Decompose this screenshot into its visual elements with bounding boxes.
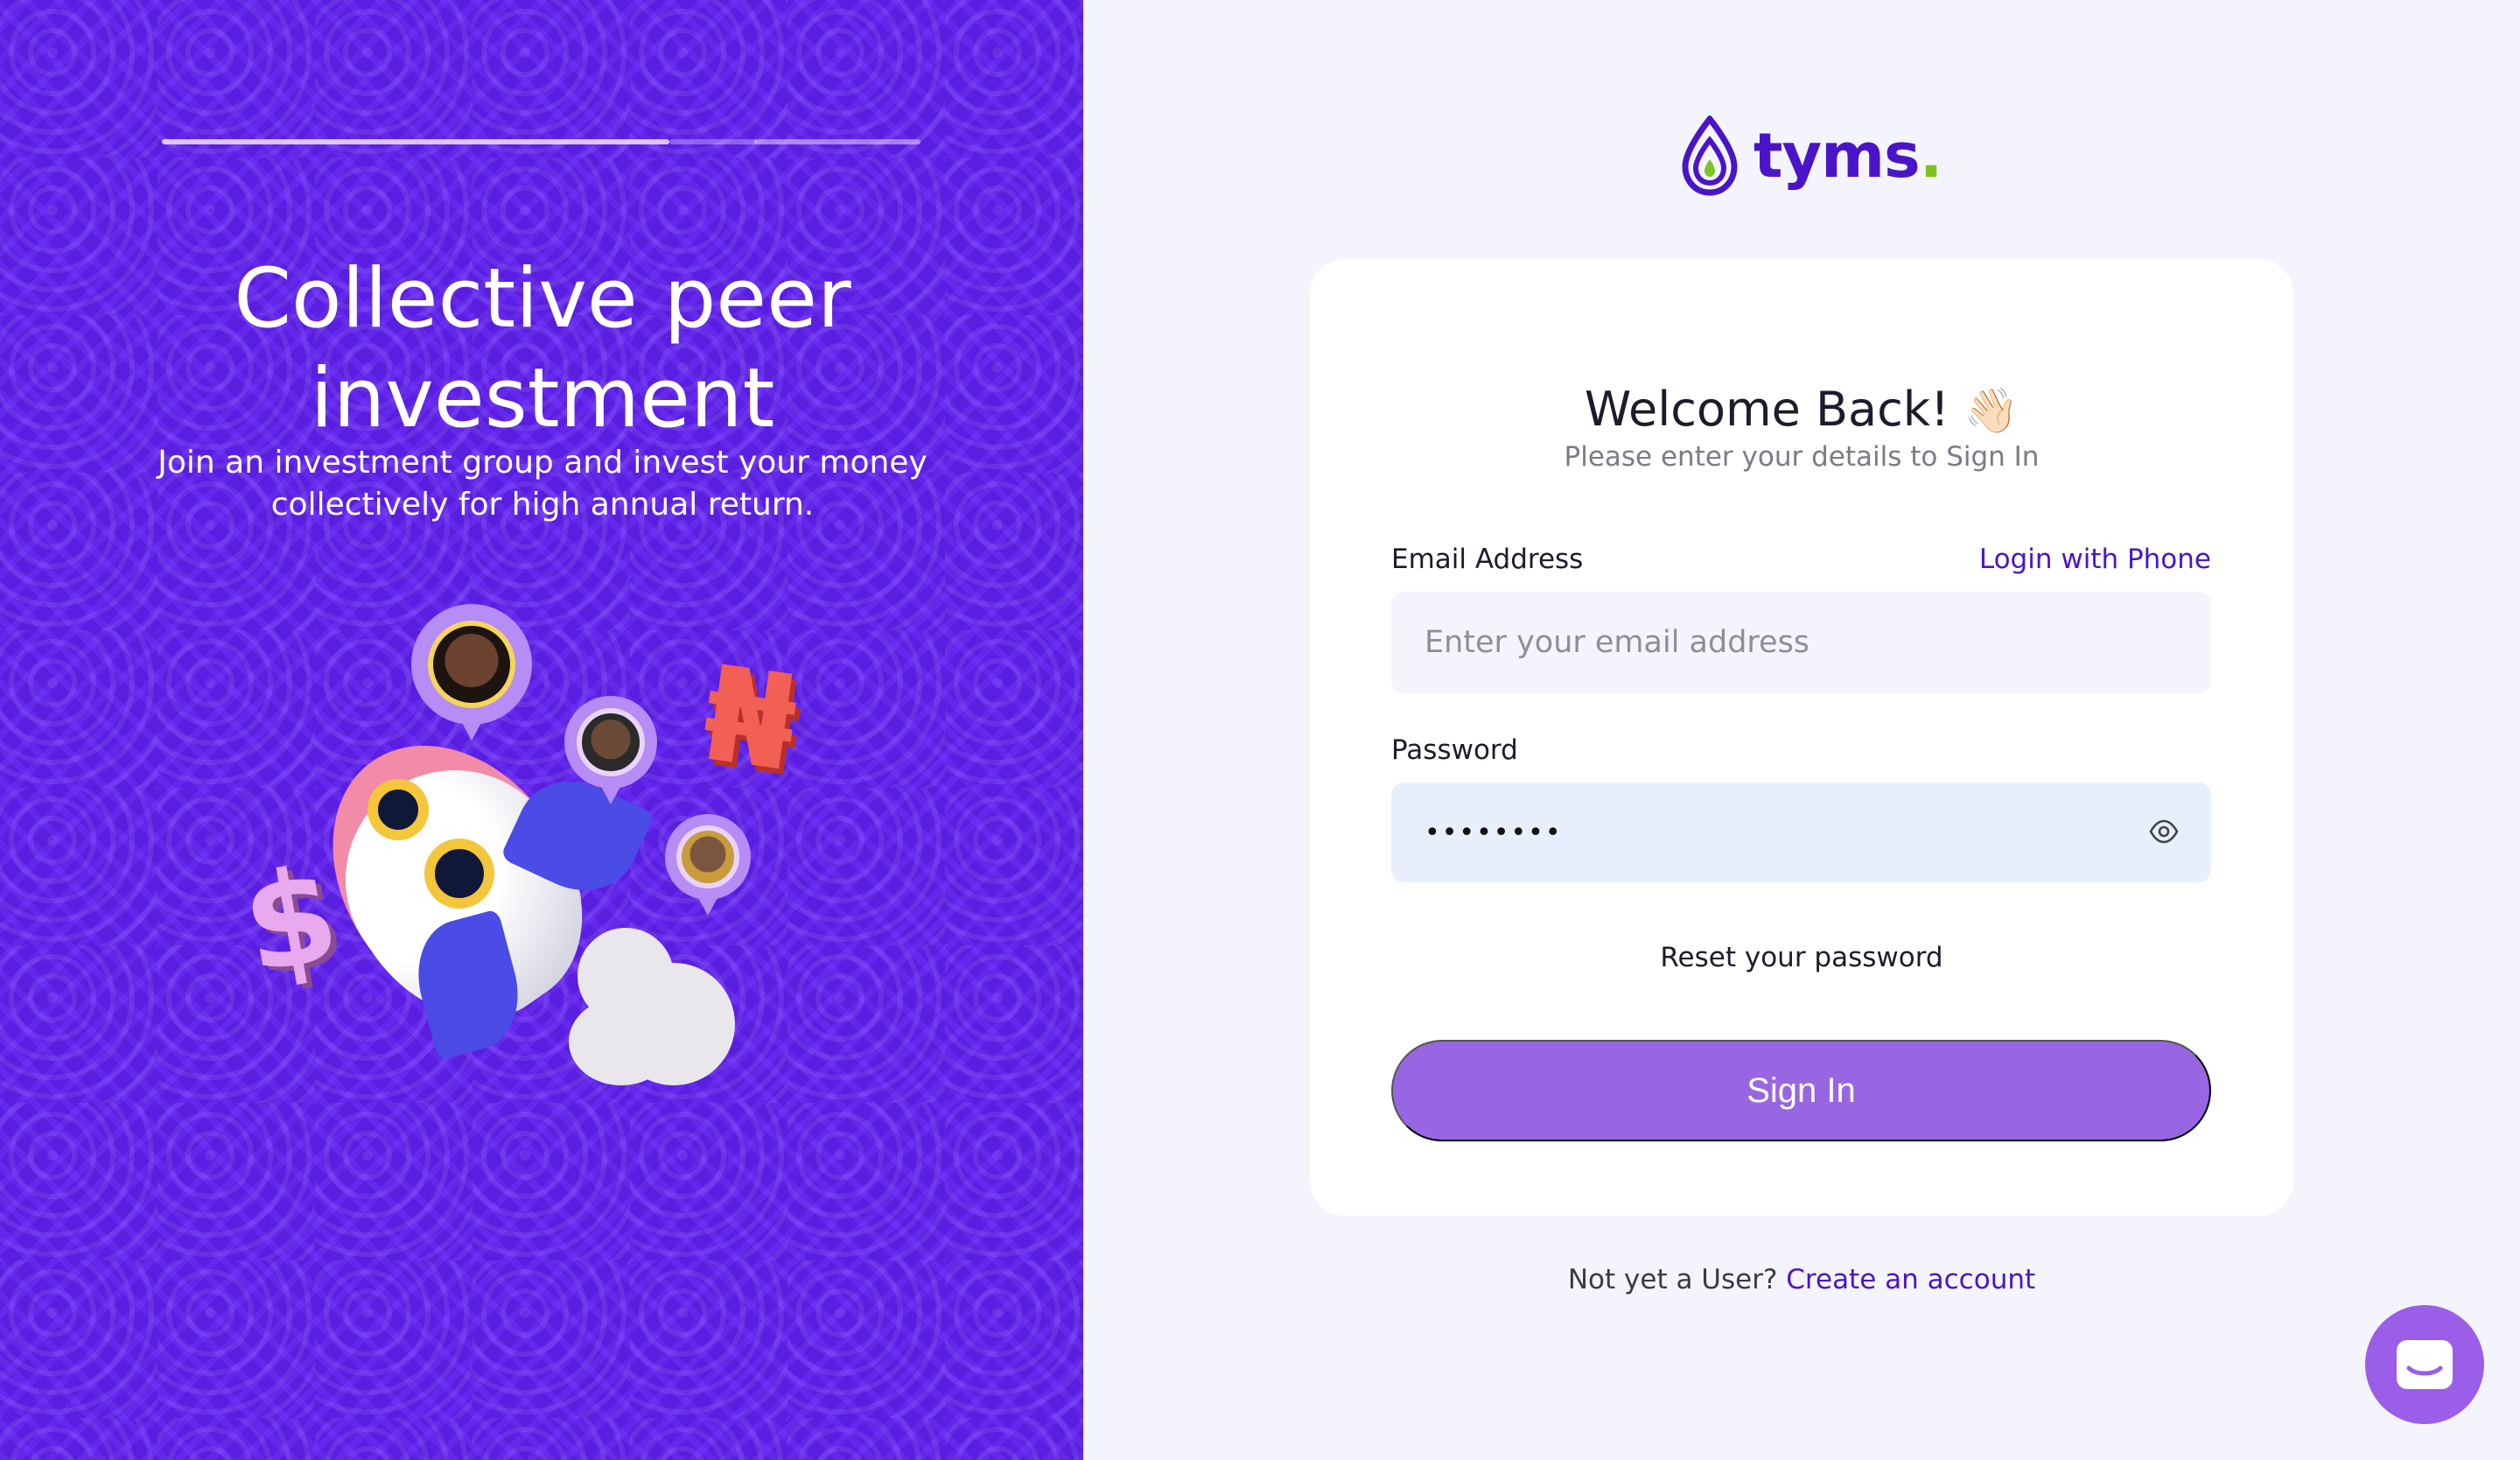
carousel-indicator[interactable] (754, 139, 920, 144)
password-label: Password (1391, 734, 1518, 766)
eye-icon[interactable] (2148, 816, 2180, 847)
avatar (564, 696, 657, 804)
drop-logo-icon (1682, 116, 1738, 196)
password-field-wrapper (1391, 783, 2211, 882)
carousel-indicator-active[interactable] (162, 139, 669, 144)
password-field[interactable] (1391, 783, 2135, 882)
welcome-text: Welcome Back! (1584, 382, 1950, 437)
login-card: Welcome Back! 👋🏻 Please enter your detai… (1310, 259, 2293, 1216)
signup-prompt-text: Not yet a User? (1567, 1264, 1778, 1295)
rocket-illustration: $ ₦ (233, 604, 840, 1094)
hero-title: Collective peer investment (234, 251, 851, 446)
naira-icon: ₦ (694, 637, 806, 802)
avatar (411, 604, 532, 741)
brand-dot: . (1919, 120, 1943, 192)
smoke-cloud (569, 998, 674, 1085)
chat-launcher-button[interactable] (2365, 1305, 2484, 1424)
welcome-subtitle: Please enter your details to Sign In (1564, 441, 2040, 473)
sign-in-button[interactable]: Sign In (1391, 1040, 2211, 1141)
dollar-icon: $ (232, 838, 349, 1004)
carousel-indicator[interactable] (669, 139, 757, 144)
avatar (665, 814, 751, 916)
reset-password-link[interactable]: Reset your password (1310, 942, 2293, 973)
welcome-heading: Welcome Back! 👋🏻 (1310, 382, 2293, 437)
login-with-phone-link[interactable]: Login with Phone (1979, 544, 2211, 575)
email-label: Email Address (1391, 544, 1584, 575)
wave-icon: 👋🏻 (1964, 385, 2020, 436)
brand-name: tyms. (1754, 120, 1942, 192)
signup-prompt: Not yet a User? Create an account (1310, 1264, 2293, 1295)
create-account-link[interactable]: Create an account (1786, 1264, 2035, 1295)
rocket-window (424, 839, 494, 909)
hero-subtitle: Join an investment group and invest your… (158, 445, 928, 523)
promo-panel: Collective peer investment Join an inves… (0, 0, 1083, 1460)
brand-logo: tyms. (1678, 112, 1942, 200)
brand-name-text: tyms (1754, 120, 1921, 192)
rocket-window (368, 779, 429, 840)
chat-icon (2397, 1340, 2453, 1389)
email-field[interactable] (1391, 592, 2211, 693)
